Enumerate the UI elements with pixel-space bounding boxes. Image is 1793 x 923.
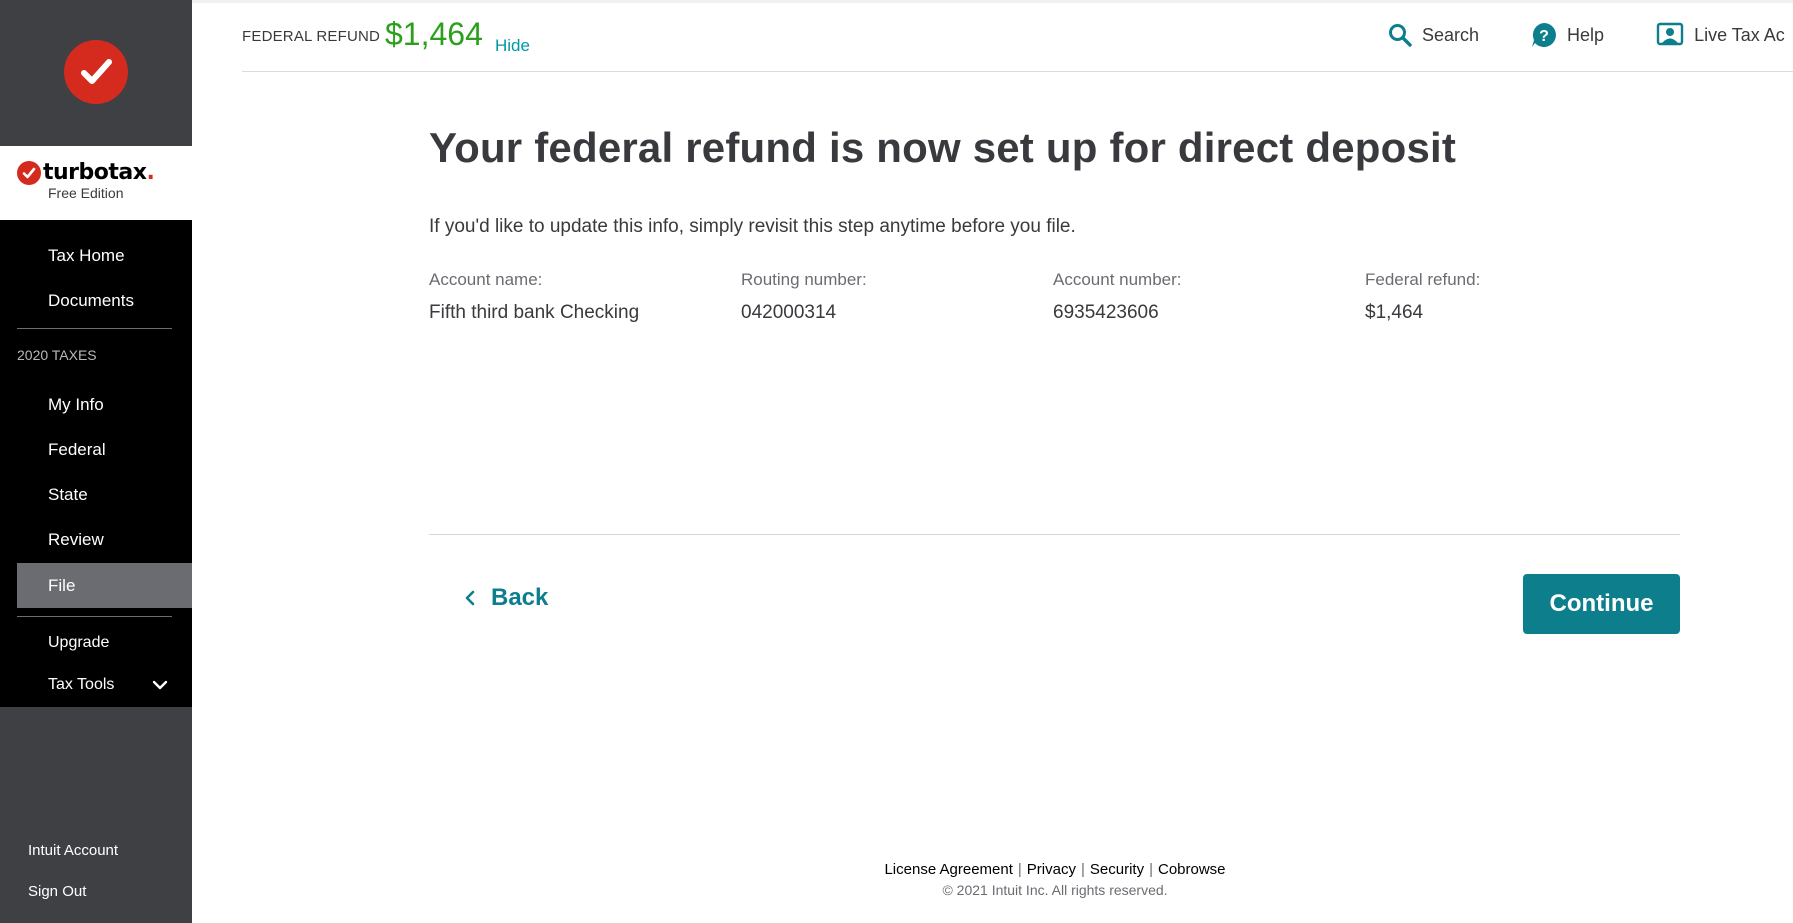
sign-out-link[interactable]: Sign Out	[28, 882, 192, 923]
page-title: Your federal refund is now set up for di…	[429, 124, 1457, 171]
continue-button[interactable]: Continue	[1523, 574, 1680, 634]
footer-links: License Agreement | Privacy | Security | Cobro…	[880, 861, 1230, 878]
field-label: Account number:	[1053, 270, 1182, 289]
help-button[interactable]: ? Help	[1531, 22, 1604, 48]
field-value: Fifth third bank Checking	[429, 302, 640, 323]
live-tax-advice-label: Live Tax Ac	[1694, 24, 1785, 45]
license-agreement-link[interactable]: License Agreement	[884, 861, 1012, 878]
account-name-field: Account name: Fifth third bank Checking	[429, 270, 741, 324]
chevron-left-icon	[465, 590, 475, 606]
sidebar-item-upgrade[interactable]: Upgrade	[0, 625, 192, 665]
copyright: © 2021 Intuit Inc. All rights reserved.	[942, 882, 1168, 898]
account-number-field: Account number: 6935423606	[1053, 270, 1365, 324]
header: FEDERAL REFUND $1,464 Hide Search ? Help…	[242, 0, 1793, 72]
content-divider	[429, 534, 1680, 535]
footer-separator: |	[1080, 861, 1085, 878]
live-tax-advice-button[interactable]: Live Tax Ac	[1656, 22, 1785, 48]
field-label: Account name:	[429, 270, 543, 289]
footer: License Agreement | Privacy | Security | Cobro…	[880, 861, 1230, 898]
footer-separator: |	[1149, 861, 1153, 878]
federal-refund-amount: $1,464	[385, 16, 483, 52]
routing-number-field: Routing number: 042000314	[741, 270, 1053, 324]
brand-edition: Free Edition	[48, 185, 124, 201]
search-icon	[1389, 24, 1412, 47]
nav-section-label: 2020 TAXES	[17, 347, 97, 363]
field-value: 6935423606	[1053, 302, 1159, 323]
sidebar-item-state[interactable]: State	[0, 477, 192, 522]
header-actions: Search ? Help Live Tax Ac	[1388, 22, 1793, 48]
field-label: Federal refund:	[1365, 270, 1481, 289]
privacy-link[interactable]: Privacy	[1027, 861, 1076, 878]
help-icon: ?	[1532, 23, 1556, 47]
back-label: Back	[491, 584, 549, 611]
tax-tools-label: Tax Tools	[48, 676, 115, 693]
help-label: Help	[1567, 24, 1605, 45]
brand-name: turbotax.	[43, 160, 155, 185]
page-subtitle: If you'd like to update this info, simpl…	[429, 216, 1076, 237]
field-value: $1,464	[1365, 302, 1424, 323]
nav-divider	[17, 328, 172, 329]
nav-divider	[17, 616, 172, 617]
sidebar: turbotax. Free Edition Tax Home Document…	[0, 0, 192, 923]
sidebar-item-tax-home[interactable]: Tax Home	[0, 238, 192, 283]
sidebar-item-tax-tools[interactable]: Tax Tools	[0, 665, 192, 705]
brand-block: turbotax. Free Edition	[0, 146, 192, 220]
sidebar-nav: Tax Home Documents 2020 TAXES My Info Fe…	[0, 220, 192, 707]
deposit-info: Account name: Fifth third bank Checking …	[429, 270, 1677, 324]
footer-separator: |	[1017, 861, 1022, 878]
sidebar-item-my-info[interactable]: My Info	[0, 387, 192, 432]
security-link[interactable]: Security	[1090, 861, 1144, 878]
search-label: Search	[1422, 24, 1480, 45]
field-label: Routing number:	[741, 270, 867, 289]
chevron-down-icon	[152, 680, 168, 690]
field-value: 042000314	[741, 302, 837, 323]
sidebar-logo-area	[0, 0, 192, 146]
turbotax-check-logo-icon[interactable]	[64, 40, 128, 104]
sidebar-item-documents[interactable]: Documents	[0, 283, 192, 328]
sidebar-item-federal[interactable]: Federal	[0, 432, 192, 477]
sidebar-account-links: Intuit Account Sign Out	[0, 841, 192, 923]
cobrowse-link[interactable]: Cobrowse	[1158, 861, 1226, 878]
sidebar-item-review[interactable]: Review	[0, 522, 192, 567]
sidebar-item-file[interactable]: File	[17, 563, 192, 608]
intuit-account-link[interactable]: Intuit Account	[28, 841, 192, 882]
back-button[interactable]: Back	[465, 584, 548, 612]
brand-check-icon	[17, 160, 41, 185]
federal-refund-field: Federal refund: $1,464	[1365, 270, 1677, 324]
live-expert-icon	[1656, 22, 1684, 46]
federal-refund-label: FEDERAL REFUND	[242, 28, 381, 45]
svg-text:?: ?	[1539, 28, 1549, 45]
search-button[interactable]: Search	[1388, 23, 1479, 47]
hide-refund-link[interactable]: Hide	[495, 36, 530, 56]
